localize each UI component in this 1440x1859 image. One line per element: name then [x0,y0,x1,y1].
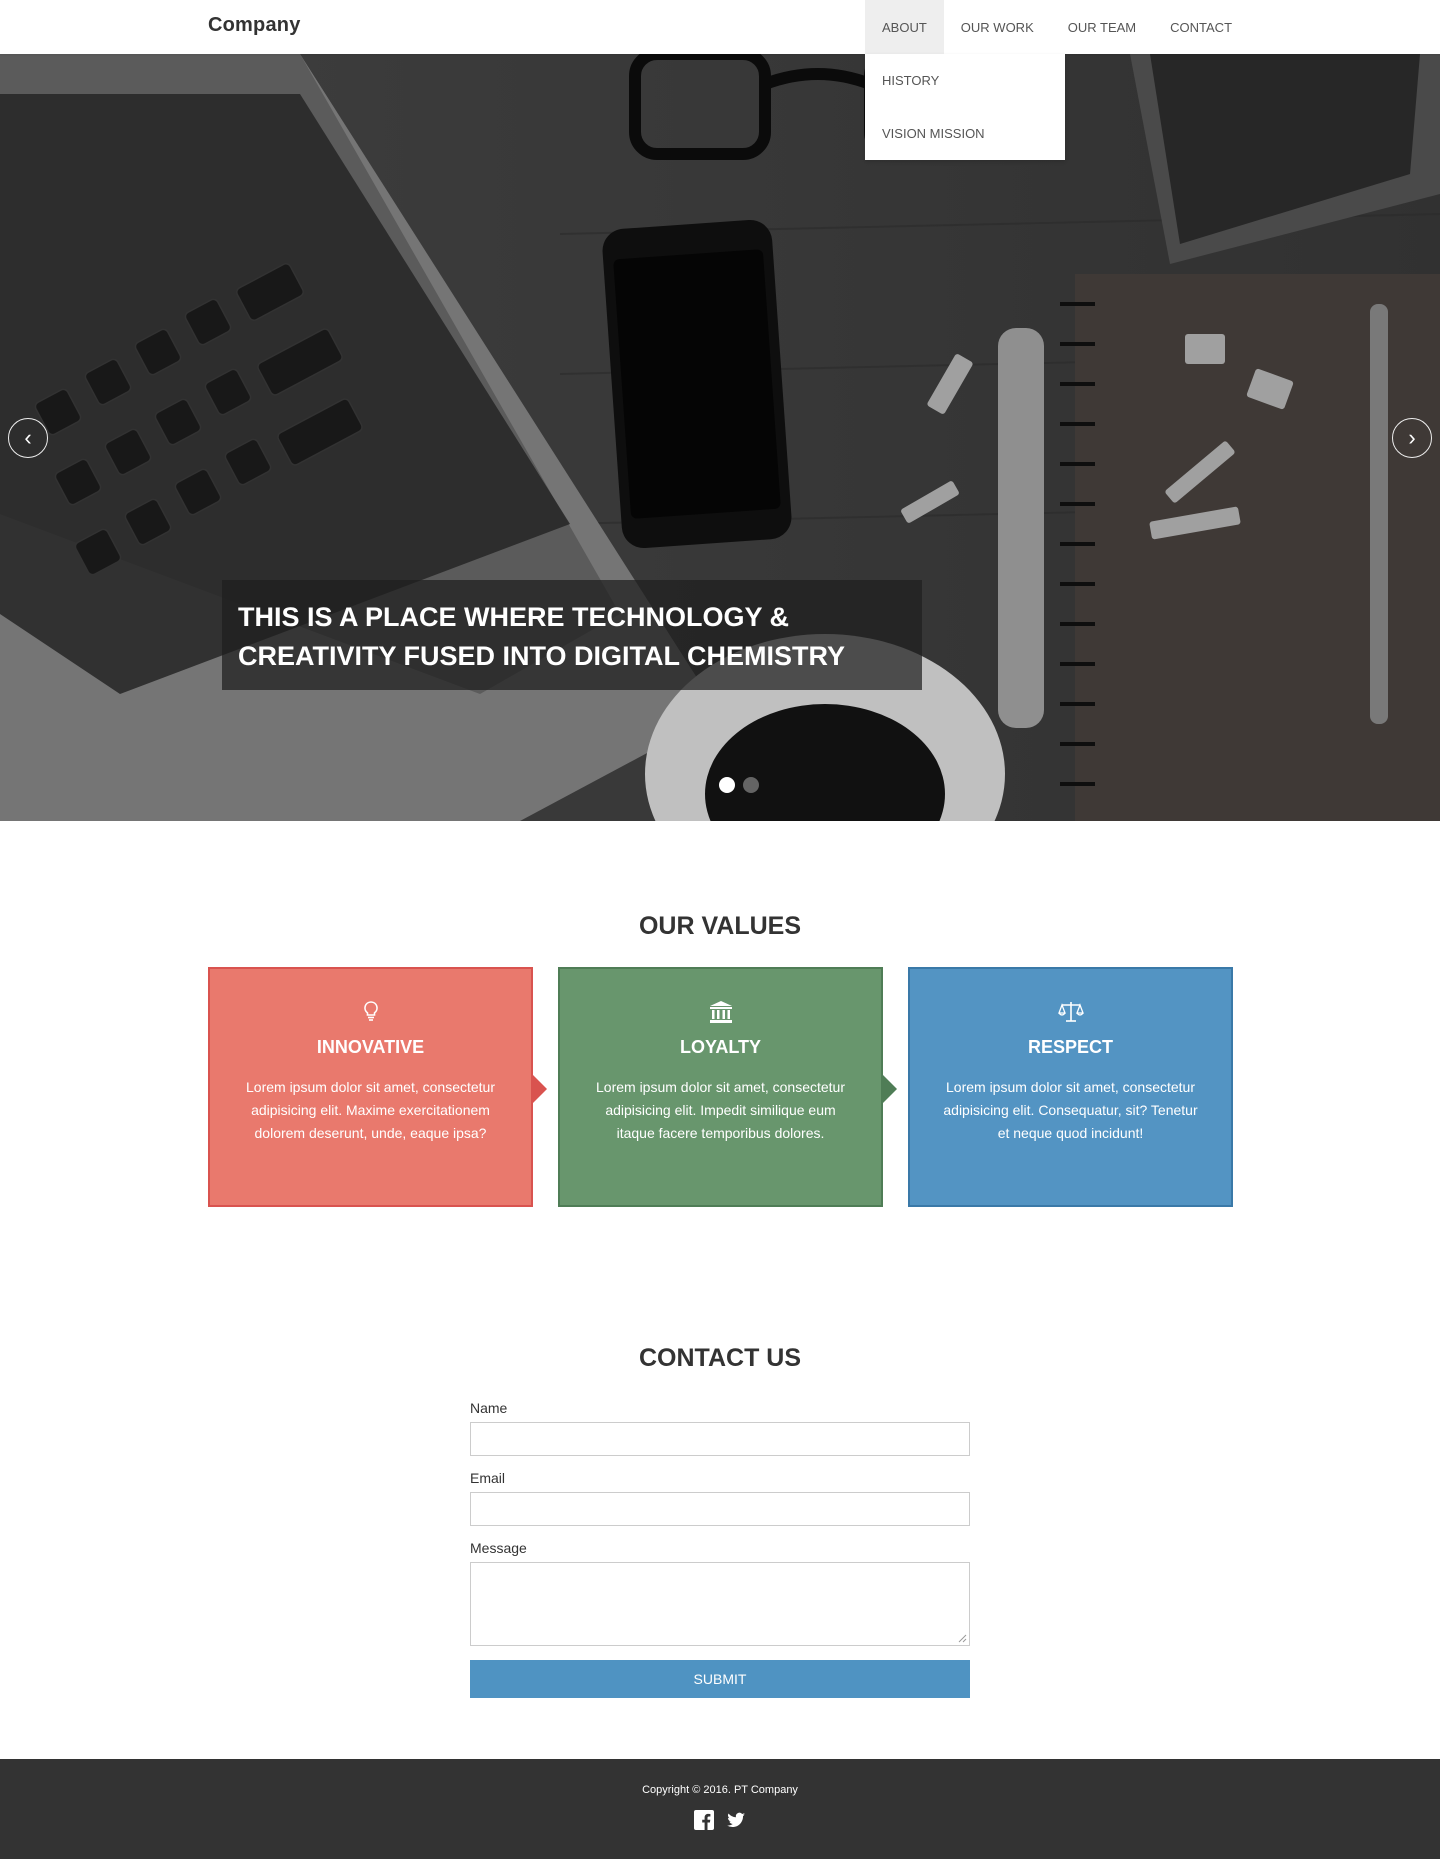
contact-form: Name Email Message SUBMIT [470,1400,970,1698]
card-arrow [883,1075,897,1103]
resize-handle-icon[interactable] [957,1633,967,1643]
chevron-right-icon: › [1408,425,1416,450]
contact-section-title: CONTACT US [638,1344,802,1372]
message-textarea[interactable] [470,1562,970,1646]
value-card-respect: RESPECT Lorem ipsum dolor sit amet, cons… [908,967,1233,1207]
nav-item-about[interactable]: ABOUT [865,0,944,54]
values-section-title: OUR VALUES [638,912,802,940]
nav-item-contact[interactable]: CONTACT [1153,0,1249,54]
carousel-indicator-2[interactable] [743,777,759,793]
brand-logo[interactable]: Company [208,14,301,37]
navbar: Company ABOUT OUR WORK OUR TEAM CONTACT [0,0,1440,54]
facebook-icon[interactable] [694,1810,714,1830]
carousel-next-button[interactable]: › [1392,418,1432,458]
value-card-text: Lorem ipsum dolor sit amet, consectetur … [246,1079,495,1141]
nav-item-our-team[interactable]: OUR TEAM [1051,0,1153,54]
hero-background-image [0,54,1440,821]
social-links [0,1810,1440,1830]
about-dropdown-menu: HISTORY VISION MISSION [865,54,1065,160]
value-card-loyalty: LOYALTY Lorem ipsum dolor sit amet, cons… [558,967,897,1207]
submit-button[interactable]: SUBMIT [470,1660,970,1698]
carousel-indicator-1[interactable] [719,777,735,793]
lightbulb-icon [358,999,384,1025]
twitter-icon[interactable] [726,1810,746,1830]
email-input[interactable] [470,1492,970,1526]
nav-item-our-work[interactable]: OUR WORK [944,0,1051,54]
dropdown-item-vision-mission[interactable]: VISION MISSION [865,107,1065,160]
value-card-innovative: INNOVATIVE Lorem ipsum dolor sit amet, c… [208,967,547,1207]
values-cards: INNOVATIVE Lorem ipsum dolor sit amet, c… [208,967,1233,1207]
value-card-title: LOYALTY [679,1037,761,1057]
hero-carousel: ‹ › THIS IS A PLACE WHERE TECHNOLOGY & C… [0,54,1440,821]
hero-caption: THIS IS A PLACE WHERE TECHNOLOGY & CREAT… [222,580,922,690]
chevron-left-icon: ‹ [24,425,32,450]
main-nav: ABOUT OUR WORK OUR TEAM CONTACT [865,0,1249,54]
carousel-indicators [719,777,759,793]
copyright-text: Copyright © 2016. PT Company [642,1784,798,1796]
message-label: Message [470,1540,527,1556]
value-card-text: Lorem ipsum dolor sit amet, consectetur … [943,1079,1198,1141]
bank-icon [708,999,734,1025]
footer: Copyright © 2016. PT Company [0,1759,1440,1859]
balance-scale-icon [1057,999,1084,1025]
hero-caption-text: THIS IS A PLACE WHERE TECHNOLOGY & CREAT… [238,602,846,671]
value-card-text: Lorem ipsum dolor sit amet, consectetur … [596,1079,845,1141]
card-arrow [533,1075,547,1103]
dropdown-item-history[interactable]: HISTORY [865,54,1065,107]
carousel-prev-button[interactable]: ‹ [8,418,48,458]
name-label: Name [470,1400,508,1416]
value-card-title: INNOVATIVE [316,1037,425,1057]
value-card-title: RESPECT [1027,1037,1114,1057]
name-input[interactable] [470,1422,970,1456]
email-label: Email [470,1470,506,1486]
